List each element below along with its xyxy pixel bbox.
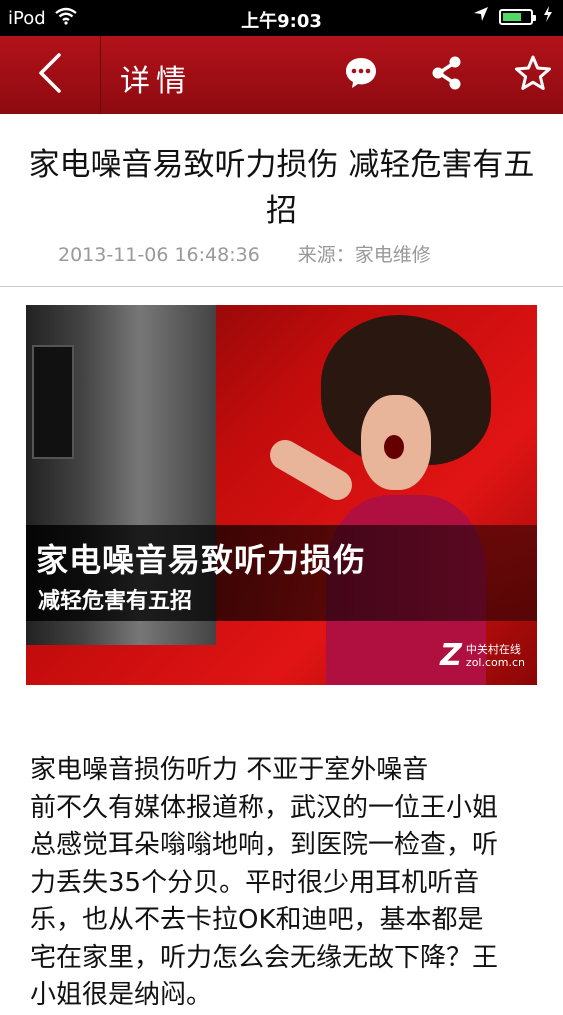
back-chevron-icon: [37, 53, 63, 97]
zol-logo: Z 中关村在线 zol.com.cn: [440, 638, 525, 673]
zol-logo-text: 中关村在线 zol.com.cn: [466, 643, 525, 669]
article-paragraph: 前不久有媒体报道称，武汉的一位王小姐总感觉耳朵嗡嗡地响，到医院一检查，听力丢失3…: [30, 792, 499, 1011]
star-icon: [514, 54, 552, 96]
page-title: 详情: [120, 64, 192, 99]
woman-mouth-illustration: [384, 435, 404, 459]
article-title: 家电噪音易致听力损伤 减轻危害有五招: [28, 147, 535, 229]
battery-fill: [503, 12, 522, 21]
comment-icon: [343, 55, 379, 95]
status-bar: iPod 上午9:03: [0, 0, 563, 36]
charging-icon: [543, 6, 553, 27]
back-button[interactable]: [0, 36, 101, 114]
article-meta: 2013-11-06 16:48:36 来源：家电维修: [58, 240, 431, 267]
article-header: 家电噪音易致听力损伤 减轻危害有五招 2013-11-06 16:48:36 来源…: [0, 114, 563, 287]
hero-caption-line1: 家电噪音易致听力损伤: [36, 541, 367, 579]
hero-caption-banner: 家电噪音易致听力损伤 减轻危害有五招: [26, 525, 537, 621]
hero-caption-line2: 减轻危害有五招: [38, 589, 193, 614]
zol-logo-domain: zol.com.cn: [465, 655, 525, 669]
status-right: [473, 6, 553, 27]
article-timestamp: 2013-11-06 16:48:36: [58, 244, 260, 266]
zol-logo-name: 中关村在线: [465, 642, 521, 656]
share-button[interactable]: [427, 55, 467, 95]
favorite-button[interactable]: [513, 55, 553, 95]
share-icon: [429, 55, 465, 95]
zol-logo-mark: Z: [440, 638, 462, 673]
battery-icon: [499, 8, 536, 25]
article-hero-image[interactable]: 家电噪音易致听力损伤 减轻危害有五招 Z 中关村在线 zol.com.cn: [26, 305, 537, 685]
location-arrow-icon: [473, 6, 489, 27]
nav-bar: 详情: [0, 36, 563, 114]
article-paragraph: 家电噪音损伤听力 不亚于室外噪音: [30, 755, 429, 785]
comment-button[interactable]: [341, 55, 381, 95]
article-source: 来源：家电维修: [297, 244, 431, 266]
article-body: 家电噪音损伤听力 不亚于室外噪音 前不久有媒体报道称，武汉的一位王小姐总感觉耳朵…: [30, 752, 505, 1015]
